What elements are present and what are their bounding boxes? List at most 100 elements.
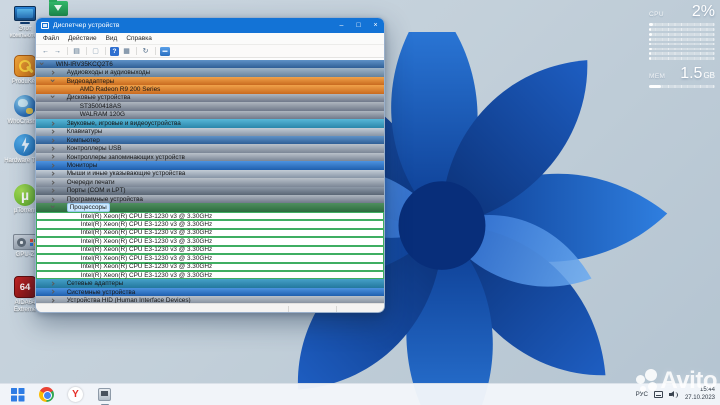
taskbar-button[interactable] — [10, 387, 25, 402]
tree-item-label: Контроллеры запоминающих устройств — [66, 153, 185, 161]
device-icon — [57, 154, 64, 161]
device-icon — [57, 78, 64, 85]
device-manager-window: Диспетчер устройств – □ × Файл Действие … — [35, 17, 385, 313]
desktop-icon-image — [14, 6, 36, 21]
expander-icon[interactable] — [50, 289, 55, 295]
tree-item-label: Компьютер — [66, 136, 100, 144]
toolbar-button[interactable]: ▬ — [160, 46, 170, 56]
toolbar-button[interactable]: ↻ — [141, 47, 150, 56]
tree-item[interactable]: Контроллеры USB — [36, 144, 384, 153]
tree-item[interactable]: Контроллеры запоминающих устройств — [36, 152, 384, 162]
expander-icon[interactable] — [50, 188, 55, 194]
tree-item[interactable]: Процессоры — [36, 203, 384, 213]
cpu-core-bar — [649, 47, 715, 51]
menu-item[interactable]: Вид — [106, 35, 118, 42]
tree-item[interactable]: Мониторы — [36, 161, 384, 170]
tree-item-label: Процессоры — [66, 203, 110, 213]
device-icon — [57, 179, 64, 186]
expander-icon[interactable] — [50, 77, 55, 82]
tree-item[interactable]: Intel(R) Xeon(R) CPU E3-1230 v3 @ 3.30GH… — [36, 237, 384, 246]
tree-item[interactable]: Устройства HID (Human Interface Devices) — [36, 296, 384, 303]
tree-item-label: Мониторы — [66, 161, 98, 169]
tree-item[interactable]: Дисковые устройства — [36, 93, 384, 103]
window-title: Диспетчер устройств — [53, 22, 120, 29]
menu-item[interactable]: Действие — [68, 35, 97, 42]
tree-item[interactable]: Звуковые, игровые и видеоустройства — [36, 119, 384, 128]
expander-icon[interactable] — [50, 121, 55, 126]
tray-date: 27.10.2023 — [684, 394, 715, 401]
tree-item[interactable]: WIN-IRV35KCQ2T6 — [36, 60, 384, 69]
close-button[interactable]: × — [367, 18, 384, 33]
menu-item[interactable]: Справка — [126, 35, 152, 42]
toolbar-button[interactable] — [154, 47, 156, 55]
tree-item-label: Видеоадаптеры — [66, 77, 115, 85]
device-icon — [57, 69, 64, 76]
tree-item[interactable]: Intel(R) Xeon(R) CPU E3-1230 v3 @ 3.30GH… — [36, 270, 384, 280]
toolbar-button[interactable] — [66, 47, 68, 55]
tree-item-label: AMD Radeon R9 200 Series — [79, 86, 161, 94]
tree-item[interactable]: Очереди печати — [36, 178, 384, 187]
cpu-core-bar — [649, 37, 715, 41]
tree-item-label: Сетевые адаптеры — [66, 280, 124, 288]
language-indicator[interactable]: РУС — [636, 391, 648, 398]
tree-item[interactable]: Видеоадаптеры — [36, 76, 384, 86]
expander-icon[interactable] — [50, 146, 55, 151]
toolbar-button[interactable]: ? — [110, 46, 119, 56]
menu-item[interactable]: Файл — [43, 35, 59, 42]
volume-icon[interactable] — [668, 391, 679, 399]
clock[interactable]: 15:44 27.10.2023 — [685, 387, 715, 403]
taskbar-button[interactable] — [68, 387, 83, 402]
tree-item[interactable]: Intel(R) Xeon(R) CPU E3-1230 v3 @ 3.30GH… — [36, 262, 384, 271]
tree-item[interactable]: AMD Radeon R9 200 Series — [36, 85, 384, 94]
expander-icon[interactable] — [50, 171, 55, 177]
tree-item[interactable]: Intel(R) Xeon(R) CPU E3-1230 v3 @ 3.30GH… — [36, 254, 384, 263]
tree-item-label: Intel(R) Xeon(R) CPU E3-1230 v3 @ 3.30GH… — [80, 254, 213, 262]
expander-icon[interactable] — [50, 154, 55, 160]
tree-item[interactable]: Intel(R) Xeon(R) CPU E3-1230 v3 @ 3.30GH… — [36, 228, 384, 238]
toolbar-button[interactable]: ← — [41, 47, 50, 56]
expander-icon[interactable] — [50, 129, 55, 134]
expander-icon[interactable] — [50, 196, 55, 202]
tree-item[interactable]: Сетевые адаптеры — [36, 279, 384, 288]
toolbar-button[interactable]: ▦ — [122, 47, 131, 56]
touch-keyboard-icon[interactable] — [653, 391, 663, 398]
device-icon — [57, 137, 64, 144]
tree-item[interactable]: Intel(R) Xeon(R) CPU E3-1230 v3 @ 3.30GH… — [36, 211, 384, 221]
expander-icon[interactable] — [50, 94, 55, 99]
expander-icon[interactable] — [50, 137, 55, 143]
maximize-button[interactable]: □ — [350, 18, 367, 33]
expander-icon[interactable] — [39, 60, 44, 66]
tree-item[interactable]: WALRAM 120G — [36, 110, 384, 120]
toolbar-button[interactable] — [135, 47, 137, 55]
expander-icon[interactable] — [50, 180, 55, 185]
expander-icon[interactable] — [50, 281, 55, 286]
title-bar[interactable]: Диспетчер устройств – □ × — [36, 18, 384, 33]
tree-item[interactable]: Intel(R) Xeon(R) CPU E3-1230 v3 @ 3.30GH… — [36, 245, 384, 255]
status-bar-divider — [336, 305, 337, 312]
tree-item[interactable]: Аудиовходы и аудиовыходы — [36, 68, 384, 77]
desktop-icon-image — [12, 234, 38, 250]
taskbar-buttons — [10, 387, 112, 405]
device-icon — [71, 230, 78, 237]
taskbar-button[interactable] — [97, 387, 112, 405]
tree-item[interactable]: Системные устройства — [36, 287, 384, 297]
tree-item[interactable]: Порты (COM и LPT) — [36, 186, 384, 195]
minimize-button[interactable]: – — [333, 18, 350, 33]
tree-item[interactable]: Компьютер — [36, 135, 384, 145]
toolbar-button[interactable] — [85, 47, 87, 55]
tree-item[interactable]: Мыши и иные указывающие устройства — [36, 169, 384, 179]
device-icon — [57, 120, 64, 127]
expander-icon[interactable] — [50, 203, 55, 209]
toolbar-button[interactable]: ▢ — [91, 47, 100, 56]
tree-item[interactable]: Клавиатуры — [36, 127, 384, 136]
desktop-icon[interactable] — [36, 0, 80, 18]
expander-icon[interactable] — [50, 163, 55, 168]
toolbar-button[interactable] — [104, 47, 106, 55]
toolbar-button[interactable]: ▤ — [72, 47, 81, 56]
toolbar-button[interactable]: → — [53, 47, 62, 56]
tree-item[interactable]: ST3500418AS — [36, 102, 384, 111]
taskbar-button[interactable] — [39, 387, 54, 402]
expander-icon[interactable] — [50, 70, 55, 75]
tree-item[interactable]: Intel(R) Xeon(R) CPU E3-1230 v3 @ 3.30GH… — [36, 220, 384, 229]
system-tray: РУС 15:44 27.10.2023 — [636, 387, 715, 403]
